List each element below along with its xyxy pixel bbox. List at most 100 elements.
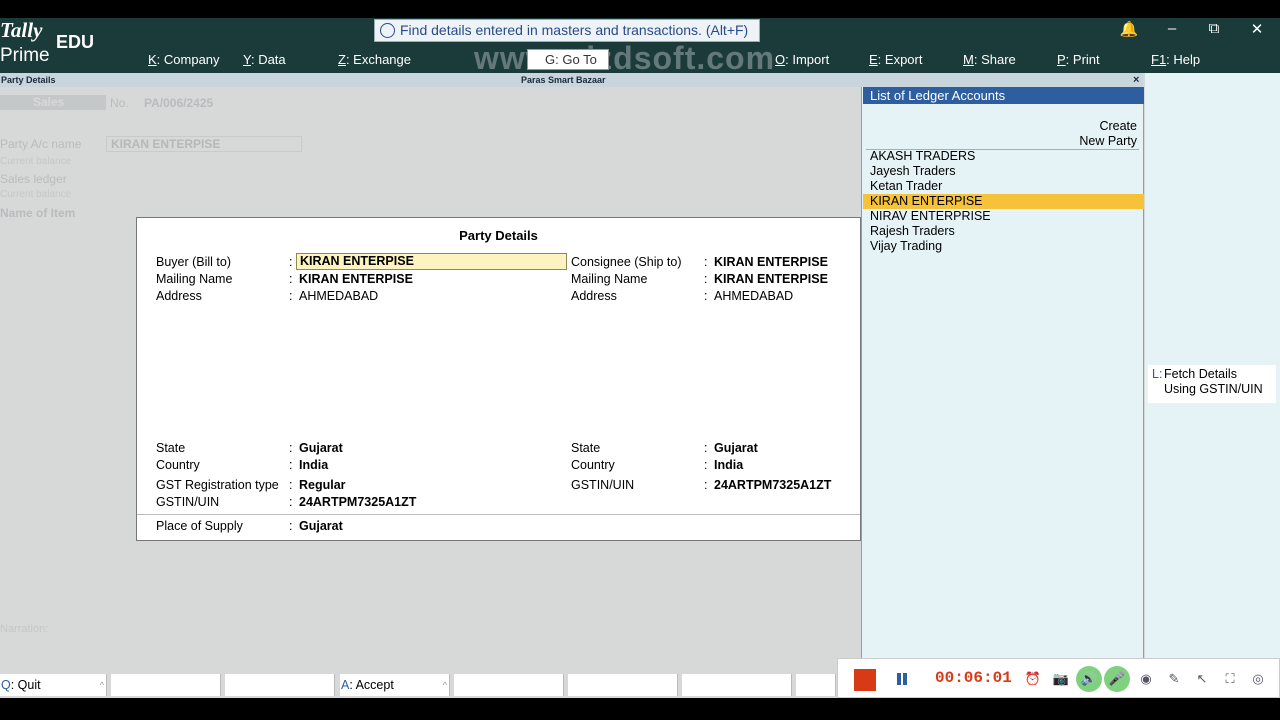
empty-button[interactable]	[568, 674, 678, 696]
buyer-gstin-value[interactable]: 24ARTPM7325A1ZT	[299, 495, 416, 509]
colon: :	[289, 478, 293, 492]
search-input[interactable]: Find details entered in masters and tran…	[374, 19, 760, 42]
party-ac-field[interactable]: KIRAN ENTERPISE	[106, 136, 302, 152]
ledger-item-selected[interactable]: KIRAN ENTERPISE	[863, 194, 1144, 209]
voucher-no-value: PA/006/2425	[144, 96, 214, 110]
current-balance-label-2: Current balance	[0, 189, 72, 200]
consignee-state-label: State	[571, 441, 601, 455]
webcam-icon[interactable]: ◉	[1137, 670, 1155, 688]
menu-key: E	[869, 52, 878, 67]
menu-share[interactable]: M: Share	[963, 52, 1016, 67]
top-black-bar	[0, 0, 1280, 18]
narration-label: Narration:	[0, 623, 49, 635]
colon: :	[704, 458, 708, 472]
menu-key: Z	[338, 52, 346, 67]
empty-button[interactable]	[796, 674, 836, 696]
menu-label: : Print	[1065, 52, 1100, 67]
colon: :	[289, 458, 293, 472]
restore-icon[interactable]: ⧉	[1199, 20, 1229, 37]
tally-logo: Tally	[0, 18, 43, 42]
eye-icon[interactable]: ◎	[1249, 670, 1267, 688]
cursor-icon[interactable]: ↖	[1193, 670, 1211, 688]
chevron-icon: ^	[99, 680, 104, 690]
sales-ledger-label: Sales ledger	[0, 172, 67, 186]
empty-button[interactable]	[682, 674, 792, 696]
colon: :	[704, 289, 708, 303]
ledger-item[interactable]: Jayesh Traders	[863, 164, 1144, 179]
goto-button[interactable]: G: Go To	[527, 49, 609, 70]
empty-button[interactable]	[454, 674, 564, 696]
menu-export[interactable]: E: Export	[869, 52, 922, 67]
consignee-address-value[interactable]: AHMEDABAD	[714, 289, 793, 303]
speaker-icon[interactable]: 🔊	[1076, 666, 1102, 692]
ledger-item[interactable]: AKASH TRADERS	[863, 149, 1144, 164]
bell-icon[interactable]: 🔔	[1114, 20, 1144, 38]
consignee-country-value[interactable]: India	[714, 458, 743, 472]
menu-label: : Data	[250, 52, 286, 67]
consignee-gstin-value[interactable]: 24ARTPM7325A1ZT	[714, 478, 831, 492]
camera-icon[interactable]: 📷	[1052, 670, 1070, 688]
accept-button[interactable]: A: Accept ^	[340, 674, 450, 696]
consignee-value[interactable]: KIRAN ENTERPISE	[714, 255, 828, 269]
menu-company[interactable]: K: Company	[148, 52, 220, 67]
consignee-country-label: Country	[571, 458, 615, 472]
gst-type-label: GST Registration type	[156, 478, 279, 492]
fetch-gstin-button[interactable]: L: Fetch Details Using GSTIN/UIN	[1148, 365, 1276, 403]
buyer-mailing-value[interactable]: KIRAN ENTERPISE	[299, 272, 413, 286]
colon: :	[289, 289, 293, 303]
quit-key: Q	[1, 678, 11, 692]
menu-label: : Exchange	[345, 52, 411, 67]
gst-type-value[interactable]: Regular	[299, 478, 346, 492]
ledger-item[interactable]: Vijay Trading	[863, 239, 1144, 254]
fetch-label-2: Using GSTIN/UIN	[1164, 382, 1263, 396]
menu-print[interactable]: P: Print	[1057, 52, 1100, 67]
goto-label: : Go To	[555, 52, 597, 67]
consignee-state-value[interactable]: Gujarat	[714, 441, 758, 455]
buyer-address-label: Address	[156, 289, 202, 303]
consignee-gstin-label: GSTIN/UIN	[571, 478, 635, 492]
dialog-title: Party Details	[459, 228, 538, 243]
ledger-item[interactable]: Ketan Trader	[863, 179, 1144, 194]
colon: :	[289, 519, 293, 533]
ledger-list-title: List of Ledger Accounts	[863, 87, 1144, 104]
pen-icon[interactable]: ✎	[1165, 670, 1183, 688]
right-button-panel: L: Fetch Details Using GSTIN/UIN	[1145, 73, 1280, 660]
menu-key: M	[963, 52, 974, 67]
search-placeholder: Find details entered in masters and tran…	[400, 22, 749, 38]
ledger-item[interactable]: NIRAV ENTERPRISE	[863, 209, 1144, 224]
menu-label: : Import	[785, 52, 830, 67]
alarm-icon[interactable]: ⏰	[1024, 670, 1042, 688]
menu-help[interactable]: F1: Help	[1151, 52, 1200, 67]
close-icon[interactable]: ✕	[1242, 20, 1272, 38]
place-of-supply-value[interactable]: Gujarat	[299, 519, 343, 533]
menu-import[interactable]: O: Import	[775, 52, 829, 67]
buyer-country-value[interactable]: India	[299, 458, 328, 472]
watermark: www.wizdsoft.com	[474, 40, 776, 76]
quit-label: : Quit	[10, 678, 41, 692]
minimize-icon[interactable]: –	[1157, 20, 1187, 37]
party-details-dialog: Party Details Buyer (Bill to) : KIRAN EN…	[136, 217, 861, 541]
menu-label: : Share	[973, 52, 1016, 67]
close-icon[interactable]: ×	[1133, 73, 1139, 87]
buyer-input[interactable]: KIRAN ENTERPISE	[296, 253, 567, 270]
create-label[interactable]: Create	[1099, 119, 1137, 133]
quit-button[interactable]: Q: Quit ^	[0, 674, 107, 696]
pause-icon[interactable]	[895, 671, 909, 687]
menu-exchange[interactable]: Z: Exchange	[338, 52, 411, 67]
empty-button[interactable]	[111, 674, 221, 696]
consignee-address-label: Address	[571, 289, 617, 303]
bottom-black-bar	[0, 698, 1280, 720]
stop-record-button[interactable]	[854, 669, 876, 691]
ledger-item[interactable]: Rajesh Traders	[863, 224, 1144, 239]
fullscreen-icon[interactable]: ⛶	[1221, 670, 1239, 688]
microphone-icon[interactable]: 🎤	[1104, 666, 1130, 692]
menu-key: F1	[1151, 52, 1167, 67]
top-header: Tally EDU Prime Find details entered in …	[0, 18, 1280, 76]
consignee-mailing-value[interactable]: KIRAN ENTERPISE	[714, 272, 828, 286]
new-party-label[interactable]: New Party	[1079, 134, 1137, 148]
empty-button[interactable]	[225, 674, 335, 696]
menu-data[interactable]: Y: Data	[243, 52, 286, 67]
buyer-country-label: Country	[156, 458, 200, 472]
buyer-state-value[interactable]: Gujarat	[299, 441, 343, 455]
buyer-address-value[interactable]: AHMEDABAD	[299, 289, 378, 303]
